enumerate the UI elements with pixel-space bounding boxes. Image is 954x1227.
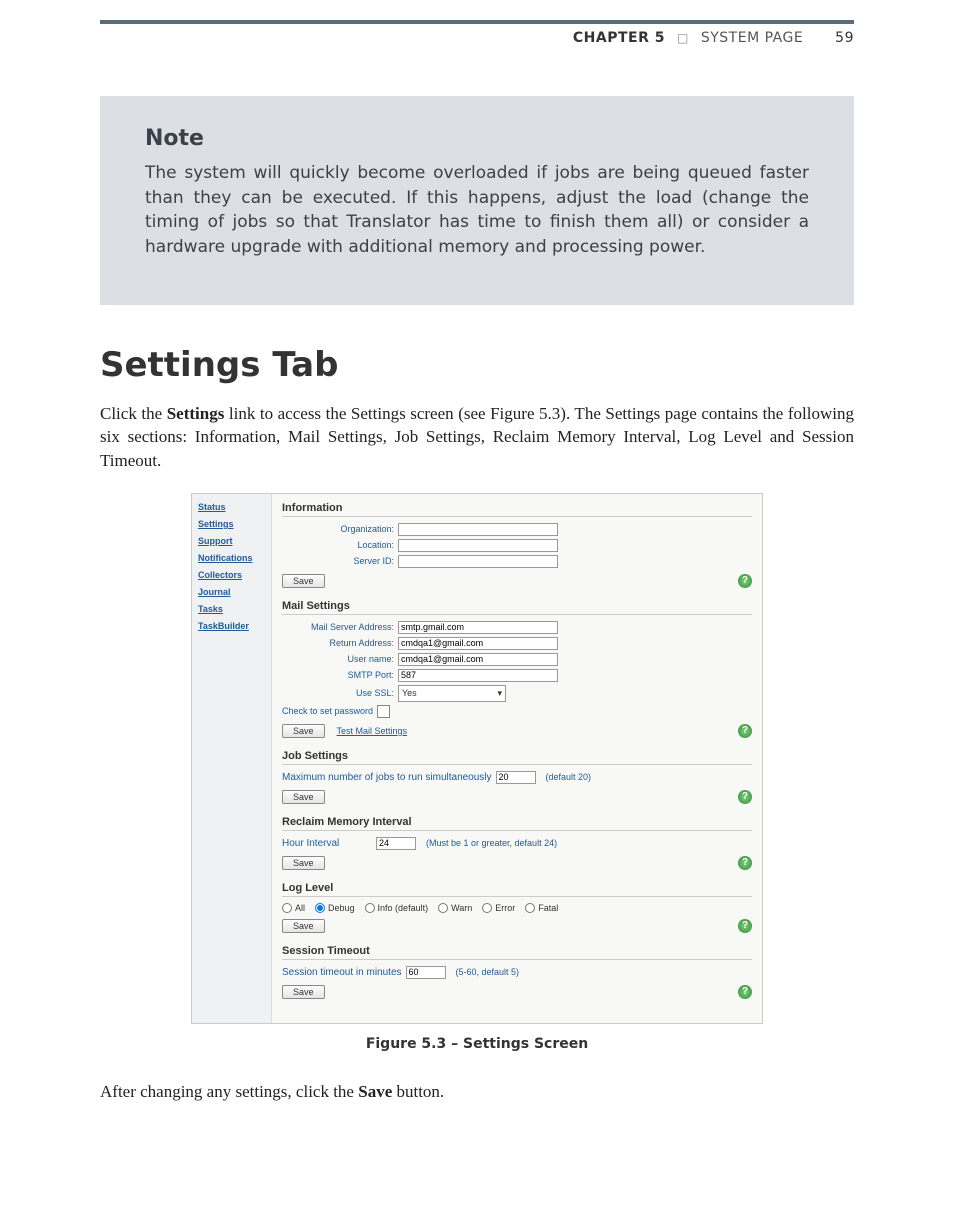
log-level-fatal[interactable]: Fatal (525, 903, 558, 913)
job-settings-section: Job Settings Maximum number of jobs to r… (282, 750, 752, 804)
smtp-port-input[interactable] (398, 669, 558, 682)
figure-caption: Figure 5.3 – Settings Screen (100, 1036, 854, 1052)
session-timeout-hint: (5-60, default 5) (456, 967, 520, 977)
mail-settings-section: Mail Settings Mail Server Address: Retur… (282, 600, 752, 738)
log-level-heading: Log Level (282, 882, 752, 897)
mail-server-label: Mail Server Address: (282, 622, 394, 632)
section-heading: Settings Tab (100, 345, 854, 385)
help-icon[interactable]: ? (738, 574, 752, 588)
mail-save-button[interactable]: Save (282, 724, 325, 738)
set-password-label: Check to set password (282, 706, 373, 716)
log-level-options: All Debug Info (default) Warn Error Fata… (282, 903, 752, 913)
log-level-info[interactable]: Info (default) (365, 903, 429, 913)
user-name-label: User name: (282, 654, 394, 664)
help-icon[interactable]: ? (738, 724, 752, 738)
hour-interval-input[interactable] (376, 837, 416, 850)
log-level-error[interactable]: Error (482, 903, 515, 913)
settings-screenshot: Status Settings Support Notifications Co… (191, 493, 763, 1024)
information-save-button[interactable]: Save (282, 574, 325, 588)
note-title: Note (145, 126, 809, 151)
page-number: 59 (835, 30, 854, 46)
session-timeout-input[interactable] (406, 966, 446, 979)
screenshot-main: Information Organization: Location: Serv… (272, 494, 762, 1023)
help-icon[interactable]: ? (738, 790, 752, 804)
set-password-checkbox[interactable] (377, 705, 390, 718)
sidebar-item-support[interactable]: Support (198, 536, 265, 546)
sidebar-item-journal[interactable]: Journal (198, 587, 265, 597)
smtp-port-label: SMTP Port: (282, 670, 394, 680)
section-intro: Click the Settings link to access the Se… (100, 402, 854, 473)
location-input[interactable] (398, 539, 558, 552)
location-label: Location: (282, 540, 394, 550)
reclaim-memory-section: Reclaim Memory Interval Hour Interval (M… (282, 816, 752, 870)
hour-interval-label: Hour Interval (282, 838, 372, 849)
organization-label: Organization: (282, 524, 394, 534)
help-icon[interactable]: ? (738, 856, 752, 870)
session-save-button[interactable]: Save (282, 985, 325, 999)
use-ssl-label: Use SSL: (282, 688, 394, 698)
sidebar-item-taskbuilder[interactable]: TaskBuilder (198, 621, 265, 631)
information-section: Information Organization: Location: Serv… (282, 502, 752, 588)
log-level-section: Log Level All Debug Info (default) Warn … (282, 882, 752, 933)
log-level-debug[interactable]: Debug (315, 903, 355, 913)
return-address-label: Return Address: (282, 638, 394, 648)
mail-settings-heading: Mail Settings (282, 600, 752, 615)
server-id-label: Server ID: (282, 556, 394, 566)
log-save-button[interactable]: Save (282, 919, 325, 933)
sidebar-item-collectors[interactable]: Collectors (198, 570, 265, 580)
use-ssl-select[interactable]: Yes ▾ (398, 685, 506, 702)
max-jobs-input[interactable] (496, 771, 536, 784)
server-id-input[interactable] (398, 555, 558, 568)
hour-interval-hint: (Must be 1 or greater, default 24) (426, 838, 557, 848)
note-body: The system will quickly become overloade… (145, 161, 809, 260)
session-timeout-section: Session Timeout Session timeout in minut… (282, 945, 752, 999)
chevron-down-icon: ▾ (497, 688, 502, 699)
closing-after: button. (392, 1082, 444, 1101)
note-box: Note The system will quickly become over… (100, 96, 854, 305)
sidebar-item-notifications[interactable]: Notifications (198, 553, 265, 563)
intro-link-word: Settings (167, 404, 225, 423)
closing-bold: Save (358, 1082, 392, 1101)
chapter-label: CHAPTER 5 (573, 30, 665, 46)
help-icon[interactable]: ? (738, 985, 752, 999)
reclaim-save-button[interactable]: Save (282, 856, 325, 870)
job-settings-heading: Job Settings (282, 750, 752, 765)
max-jobs-hint: (default 20) (546, 772, 592, 782)
information-heading: Information (282, 502, 752, 517)
mail-server-input[interactable] (398, 621, 558, 634)
job-save-button[interactable]: Save (282, 790, 325, 804)
chapter-title: SYSTEM PAGE (701, 30, 803, 46)
max-jobs-label: Maximum number of jobs to run simultaneo… (282, 772, 492, 783)
log-level-all[interactable]: All (282, 903, 305, 913)
organization-input[interactable] (398, 523, 558, 536)
header-rule (100, 20, 854, 24)
session-timeout-heading: Session Timeout (282, 945, 752, 960)
intro-text-before: Click the (100, 404, 167, 423)
use-ssl-value: Yes (402, 688, 417, 698)
test-mail-settings-link[interactable]: Test Mail Settings (337, 726, 408, 736)
sidebar-item-settings[interactable]: Settings (198, 519, 265, 529)
user-name-input[interactable] (398, 653, 558, 666)
reclaim-memory-heading: Reclaim Memory Interval (282, 816, 752, 831)
closing-text: After changing any settings, click the S… (100, 1080, 854, 1104)
screenshot-sidebar: Status Settings Support Notifications Co… (192, 494, 272, 1023)
log-level-warn[interactable]: Warn (438, 903, 472, 913)
sidebar-item-status[interactable]: Status (198, 502, 265, 512)
page-header: CHAPTER 5 □ SYSTEM PAGE 59 (100, 30, 854, 46)
session-timeout-label: Session timeout in minutes (282, 967, 402, 978)
help-icon[interactable]: ? (738, 919, 752, 933)
closing-before: After changing any settings, click the (100, 1082, 358, 1101)
sidebar-item-tasks[interactable]: Tasks (198, 604, 265, 614)
header-separator: □ (677, 31, 689, 45)
return-address-input[interactable] (398, 637, 558, 650)
